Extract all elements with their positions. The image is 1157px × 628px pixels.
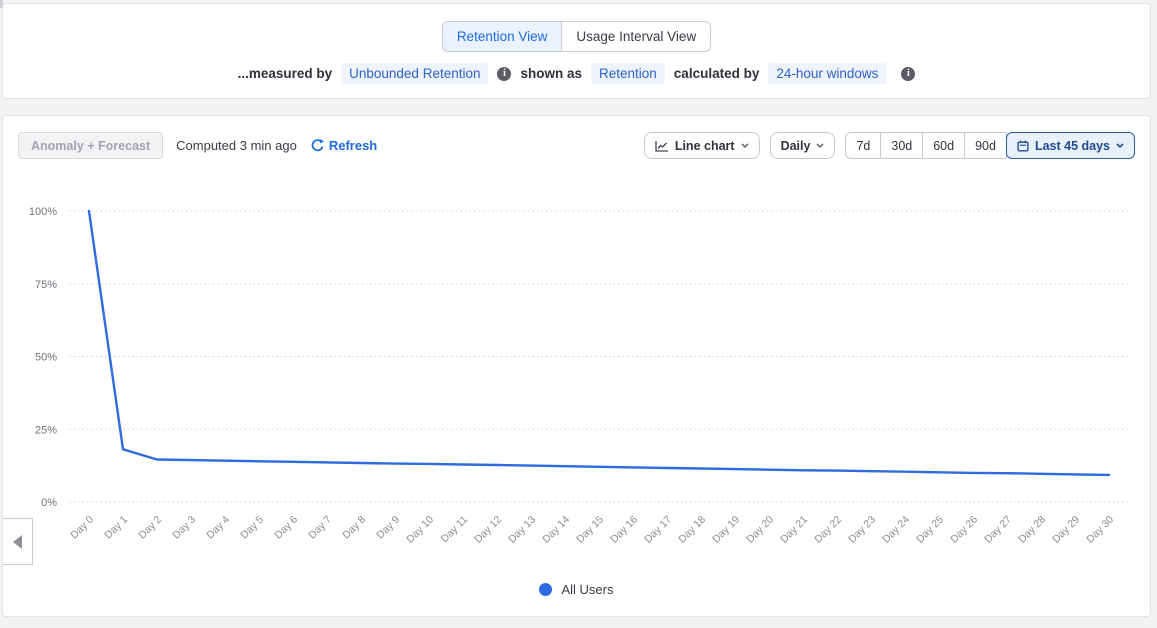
x-tick-label: Day 13: [506, 514, 538, 546]
x-tick-label: Day 19: [710, 514, 742, 546]
x-tick-label: Day 28: [1016, 514, 1048, 546]
sidebar-collapse-handle[interactable]: [3, 518, 33, 565]
x-tick-label: Day 12: [472, 514, 504, 546]
range-60d-button[interactable]: 60d: [922, 132, 965, 159]
y-tick-label: 25%: [35, 424, 57, 436]
x-tick-label: Day 20: [744, 514, 776, 546]
triangle-left-icon: [13, 535, 22, 549]
refresh-button[interactable]: Refresh: [311, 138, 377, 153]
tab-retention-view[interactable]: Retention View: [442, 21, 563, 52]
interval-dropdown[interactable]: Daily: [770, 132, 836, 159]
chart-type-dropdown[interactable]: Line chart: [644, 132, 760, 159]
refresh-label: Refresh: [329, 138, 377, 153]
x-tick-label: Day 10: [404, 514, 436, 546]
x-tick-label: Day 22: [812, 514, 844, 546]
x-tick-label: Day 27: [982, 514, 1014, 546]
x-tick-label: Day 25: [914, 514, 946, 546]
y-tick-label: 100%: [29, 206, 57, 218]
legend-label-all-users: All Users: [561, 582, 613, 597]
chart-toolbar: Anomaly + Forecast Computed 3 min ago Re…: [18, 132, 1135, 159]
retention-line-all-users[interactable]: [89, 211, 1109, 475]
line-chart-icon: [655, 140, 669, 152]
x-tick-label: Day 6: [272, 514, 300, 542]
retention-analysis-page: Retention View Usage Interval View ...me…: [0, 0, 1157, 628]
x-tick-label: Day 16: [608, 514, 640, 546]
x-tick-label: Day 29: [1050, 514, 1082, 546]
tab-usage-interval-view[interactable]: Usage Interval View: [561, 21, 711, 52]
chart-type-label: Line chart: [675, 139, 735, 153]
calendar-icon: [1017, 140, 1029, 152]
x-tick-label: Day 26: [948, 514, 980, 546]
refresh-icon: [311, 139, 324, 152]
computed-timestamp: Computed 3 min ago: [176, 138, 297, 153]
range-30d-button[interactable]: 30d: [880, 132, 923, 159]
calculated-by-selector[interactable]: 24-hour windows: [768, 63, 886, 84]
x-tick-label: Day 8: [340, 514, 368, 542]
measured-by-label: ...measured by: [238, 66, 333, 81]
calculated-by-label: calculated by: [674, 66, 760, 81]
date-range-segmented-control: 7d 30d 60d 90d Last 45 days: [845, 132, 1135, 159]
y-tick-label: 50%: [35, 352, 57, 364]
x-tick-label: Day 3: [170, 514, 198, 542]
y-tick-label: 0%: [41, 497, 57, 509]
view-settings-panel: Retention View Usage Interval View ...me…: [2, 3, 1151, 99]
chart-legend: All Users: [3, 582, 1150, 597]
retention-chart-svg[interactable]: 0% 25% 50% 75% 100% Day 0Day 1Day 2Day 3Day 4…: [3, 200, 1152, 566]
shown-as-selector[interactable]: Retention: [591, 63, 665, 84]
x-tick-label: Day 5: [238, 514, 266, 542]
x-tick-label: Day 4: [204, 514, 232, 542]
x-tick-label: Day 14: [540, 514, 572, 546]
x-tick-label: Day 17: [642, 514, 674, 546]
x-tick-label: Day 24: [880, 514, 912, 546]
view-tab-group: Retention View Usage Interval View: [3, 21, 1150, 52]
range-90d-button[interactable]: 90d: [964, 132, 1007, 159]
chevron-down-icon: [816, 143, 824, 148]
chart-panel: Anomaly + Forecast Computed 3 min ago Re…: [2, 115, 1151, 617]
x-tick-label: Day 9: [374, 514, 402, 542]
interval-label: Daily: [781, 139, 811, 153]
chevron-down-icon: [1116, 143, 1124, 148]
measurement-settings-row: ...measured by Unbounded Retention i sho…: [3, 63, 1150, 84]
x-tick-label: Day 1: [102, 514, 130, 542]
chart-controls: Line chart Daily 7d 30d 60d 90d: [644, 132, 1135, 159]
shown-as-label: shown as: [520, 66, 582, 81]
x-tick-label: Day 11: [439, 514, 471, 546]
selected-range-label: Last 45 days: [1035, 139, 1110, 153]
x-tick-label: Day 21: [778, 514, 810, 546]
chevron-down-icon: [741, 143, 749, 148]
legend-dot-all-users[interactable]: [539, 583, 552, 596]
x-tick-label: Day 23: [846, 514, 878, 546]
x-tick-label: Day 0: [68, 514, 96, 542]
y-tick-label: 75%: [35, 279, 57, 291]
custom-range-dropdown[interactable]: Last 45 days: [1006, 132, 1135, 159]
x-tick-label: Day 30: [1084, 514, 1116, 546]
x-tick-label: Day 2: [136, 514, 164, 542]
x-tick-label: Day 15: [574, 514, 606, 546]
info-icon[interactable]: i: [497, 67, 511, 81]
info-icon[interactable]: i: [901, 67, 915, 81]
range-7d-button[interactable]: 7d: [845, 132, 881, 159]
x-tick-label: Day 7: [306, 514, 334, 542]
anomaly-forecast-button[interactable]: Anomaly + Forecast: [18, 132, 163, 159]
x-tick-label: Day 18: [676, 514, 708, 546]
measured-by-selector[interactable]: Unbounded Retention: [341, 63, 488, 84]
